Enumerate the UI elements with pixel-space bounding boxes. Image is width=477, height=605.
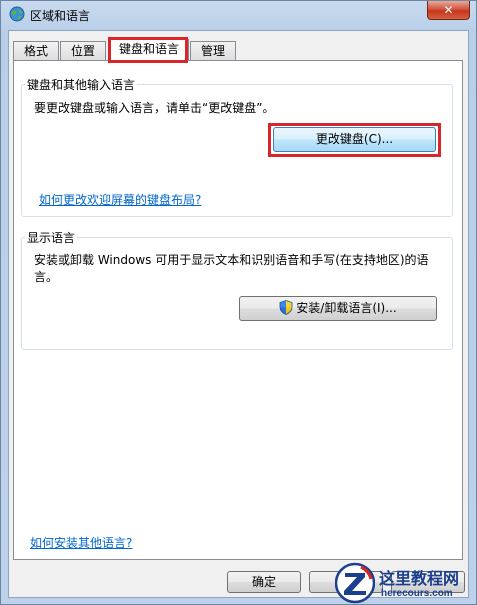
- change-keyboards-button[interactable]: 更改键盘(C)...: [273, 127, 436, 152]
- close-button[interactable]: ✕: [427, 1, 470, 20]
- watermark-url: herecours.com: [381, 588, 453, 599]
- ok-button[interactable]: 确定: [227, 571, 301, 593]
- welcome-screen-keyboard-link[interactable]: 如何更改欢迎屏幕的键盘布局?: [39, 191, 201, 208]
- install-uninstall-languages-button[interactable]: 安装/卸载语言(I)...: [239, 296, 437, 321]
- keyboard-group-title: 键盘和其他输入语言: [25, 76, 138, 93]
- globe-icon: [9, 6, 25, 22]
- site-watermark: 这里教程网 herecours.com: [327, 561, 476, 604]
- region-language-window: 区域和语言 ✕ 格式 位置 键盘和语言 管理 键盘和其他输入语言 要更改键盘或输…: [0, 0, 477, 605]
- uac-shield-icon: [279, 300, 293, 315]
- install-other-languages-link[interactable]: 如何安装其他语言?: [30, 534, 132, 551]
- display-language-description-line1: 安装或卸载 Windows 可用于显示文本和识别语音和手写(在支持地区)的语: [34, 253, 429, 267]
- watermark-title: 这里教程网: [379, 569, 460, 588]
- display-language-description-line2: 言。: [34, 270, 59, 284]
- tab-formats[interactable]: 格式: [13, 41, 59, 60]
- window-title: 区域和语言: [30, 9, 91, 23]
- keyboard-description: 要更改键盘或输入语言，请单击“更改键盘”。: [34, 101, 275, 115]
- dialog-client: 格式 位置 键盘和语言 管理 键盘和其他输入语言 要更改键盘或输入语言，请单击“…: [8, 30, 469, 598]
- title-bar[interactable]: 区域和语言 ✕: [1, 1, 476, 29]
- tab-keyboards-languages[interactable]: 键盘和语言: [109, 39, 189, 61]
- tab-panel: 键盘和其他输入语言 要更改键盘或输入语言，请单击“更改键盘”。 更改键盘(C).…: [13, 60, 463, 560]
- install-button-label: 安装/卸载语言(I)...: [296, 301, 397, 315]
- tab-administrative[interactable]: 管理: [190, 41, 236, 60]
- display-language-title: 显示语言: [25, 229, 78, 246]
- tab-location[interactable]: 位置: [60, 41, 106, 60]
- site-logo-icon: [335, 562, 375, 604]
- close-icon: ✕: [443, 3, 454, 17]
